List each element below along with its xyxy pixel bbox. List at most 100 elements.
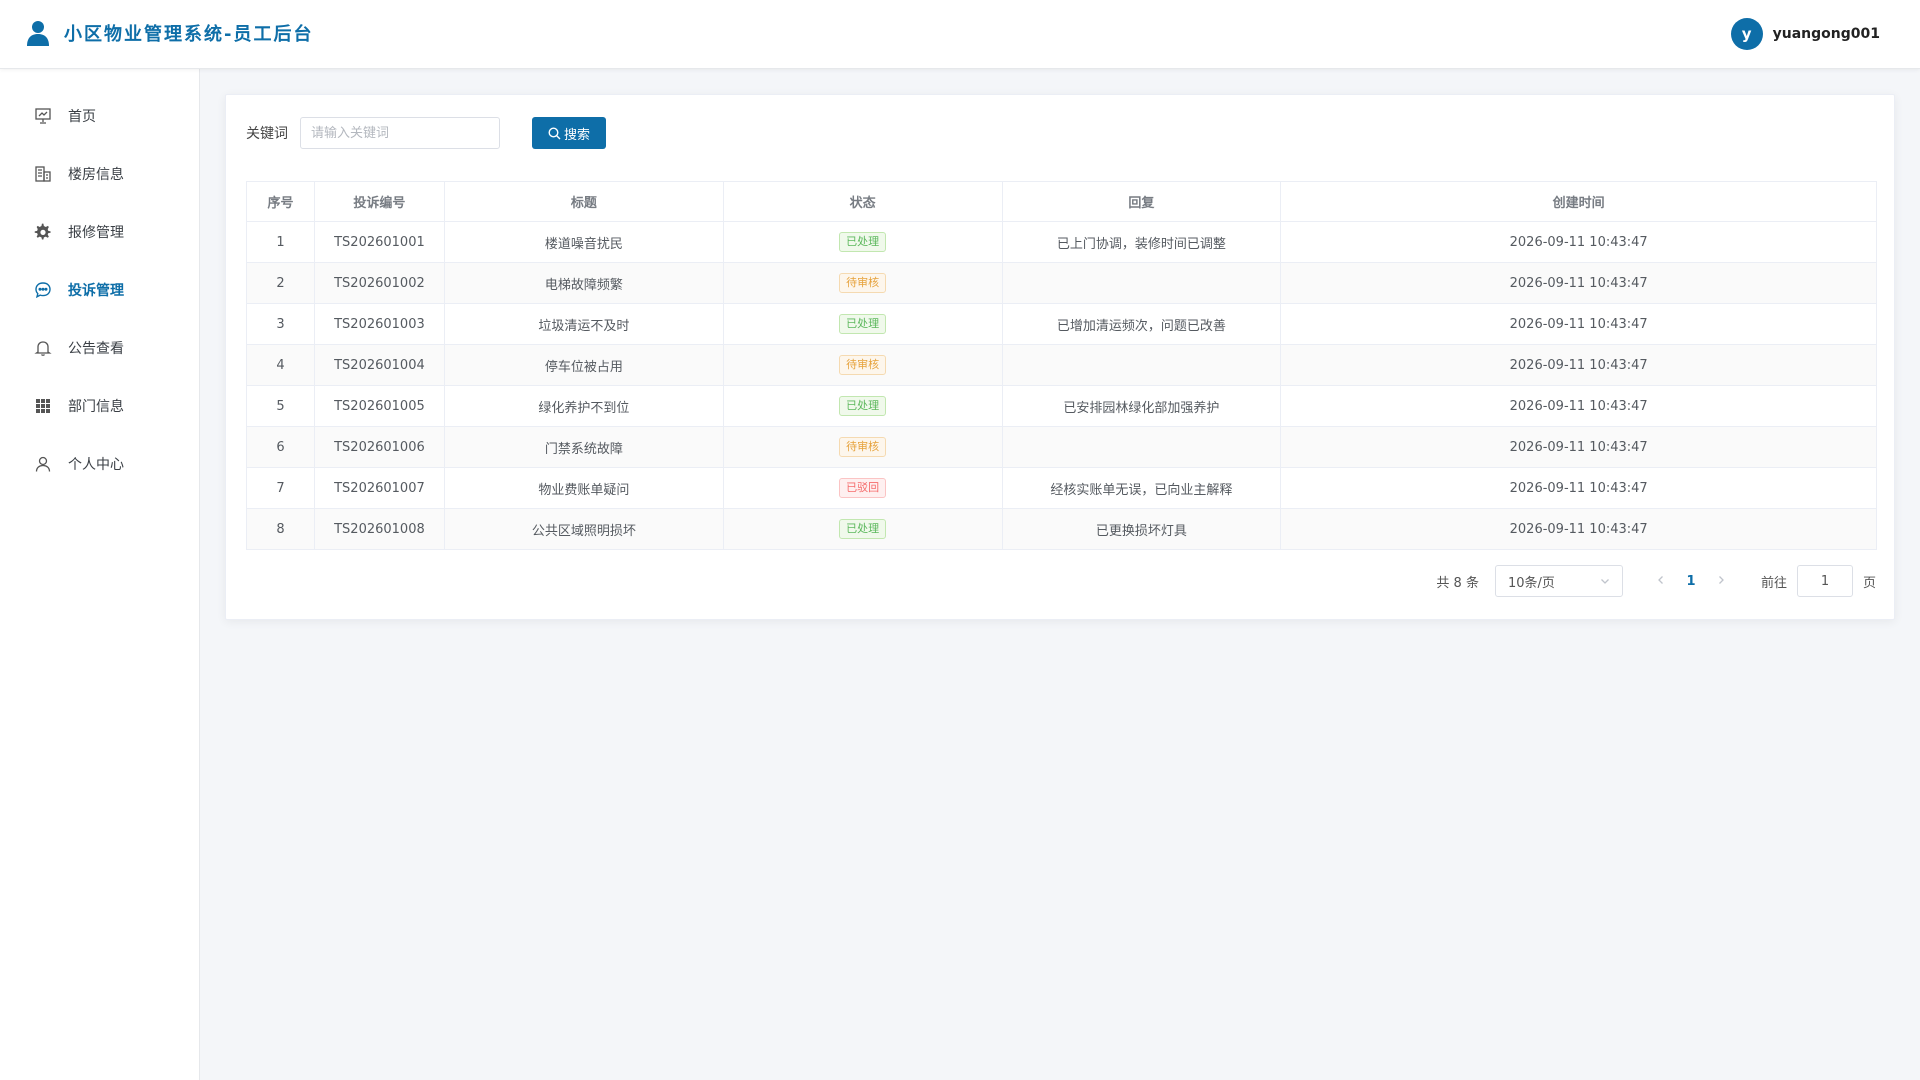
cell-title: 公共区域照明损坏	[443, 508, 724, 550]
search-input[interactable]	[300, 117, 500, 149]
table-row[interactable]: 4 TS202601004 停车位被占用 待审核 2026-09-11 10:4…	[246, 344, 1877, 386]
cell-title: 停车位被占用	[443, 344, 724, 386]
gear-icon	[34, 223, 51, 240]
cell-created: 2026-09-11 10:43:47	[1280, 385, 1877, 427]
search-button[interactable]: 搜索	[532, 117, 606, 149]
cell-status: 待审核	[722, 262, 1003, 304]
building-icon	[35, 166, 51, 182]
cell-code: TS202601001	[313, 221, 445, 263]
user-icon	[27, 21, 49, 46]
goto-unit-label: 页	[1862, 575, 1876, 591]
pagination-total: 共 8 条	[1436, 575, 1479, 591]
table-row[interactable]: 5 TS202601005 绿化养护不到位 已处理 已安排园林绿化部加强养护 2…	[246, 385, 1877, 427]
cell-title: 门禁系统故障	[443, 426, 724, 468]
cell-created: 2026-09-11 10:43:47	[1280, 221, 1877, 263]
cell-index: 5	[246, 385, 315, 427]
cell-status: 已处理	[722, 385, 1003, 427]
search-button-label: 搜索	[563, 127, 590, 143]
search-bar: 关键词 搜索	[246, 117, 606, 149]
user-menu[interactable]: y yuangong001	[1730, 18, 1880, 50]
cell-code: TS202601002	[313, 262, 445, 304]
status-badge: 已处理	[839, 519, 887, 539]
status-badge: 待审核	[839, 437, 887, 457]
cell-created: 2026-09-11 10:43:47	[1280, 303, 1877, 345]
cell-reply: 已更换损坏灯具	[1001, 508, 1282, 550]
cell-index: 3	[246, 303, 315, 345]
sidebar-item-notices[interactable]: 公告查看	[0, 319, 199, 377]
page-size-value: 10条/页	[1507, 575, 1555, 591]
page-size-select[interactable]: 10条/页	[1494, 565, 1623, 597]
sidebar-item-label: 投诉管理	[68, 283, 124, 299]
cell-reply	[1001, 262, 1282, 304]
sidebar-item-profile[interactable]: 个人中心	[0, 435, 199, 493]
sidebar-item-departments[interactable]: 部门信息	[0, 377, 199, 435]
brand: 小区物业管理系统-员工后台	[26, 20, 313, 46]
sidebar-item-label: 部门信息	[68, 399, 124, 415]
sidebar-item-buildings[interactable]: 楼房信息	[0, 145, 199, 203]
goto-page-input[interactable]	[1796, 565, 1853, 597]
page-number-current[interactable]: 1	[1677, 574, 1705, 589]
status-badge: 已处理	[839, 396, 887, 416]
sidebar: 首页 楼房信息 报修管理 投诉管理 公告查看 部门信息 个人中心	[0, 69, 200, 1080]
table-row[interactable]: 3 TS202601003 垃圾清运不及时 已处理 已增加清运频次，问题已改善 …	[246, 303, 1877, 345]
complaints-card: 关键词 搜索 序号 投诉编号 标题 状态 回复 创建时间 1	[225, 94, 1895, 620]
sidebar-item-label: 个人中心	[68, 457, 124, 473]
sidebar-item-complaints[interactable]: 投诉管理	[0, 261, 199, 319]
cell-index: 1	[246, 221, 315, 263]
cell-index: 6	[246, 426, 315, 468]
user-icon	[35, 456, 51, 472]
username[interactable]: yuangong001	[1773, 26, 1880, 42]
search-label: 关键词	[246, 126, 288, 142]
cell-created: 2026-09-11 10:43:47	[1280, 426, 1877, 468]
pagination: 共 8 条 10条/页 1 前往 页	[1436, 565, 1876, 597]
sidebar-item-label: 楼房信息	[68, 167, 124, 183]
cell-title: 物业费账单疑问	[443, 467, 724, 509]
table-header-row: 序号 投诉编号 标题 状态 回复 创建时间	[246, 181, 1877, 222]
status-badge: 已处理	[839, 232, 887, 252]
sidebar-item-repairs[interactable]: 报修管理	[0, 203, 199, 261]
cell-status: 已处理	[722, 303, 1003, 345]
cell-index: 4	[246, 344, 315, 386]
chevron-right-icon	[1719, 576, 1724, 584]
table-row[interactable]: 7 TS202601007 物业费账单疑问 已驳回 经核实账单无误，已向业主解释…	[246, 467, 1877, 509]
table-row[interactable]: 2 TS202601002 电梯故障频繁 待审核 2026-09-11 10:4…	[246, 262, 1877, 304]
avatar[interactable]: y	[1730, 18, 1763, 50]
table-row[interactable]: 1 TS202601001 楼道噪音扰民 已处理 已上门协调，装修时间已调整 2…	[246, 221, 1877, 263]
app-title: 小区物业管理系统-员工后台	[64, 24, 314, 45]
cell-code: TS202601006	[313, 426, 445, 468]
chevron-left-icon	[1658, 576, 1663, 584]
goto-label: 前往	[1760, 575, 1787, 591]
cell-title: 绿化养护不到位	[443, 385, 724, 427]
cell-code: TS202601003	[313, 303, 445, 345]
column-header-index: 序号	[246, 181, 315, 222]
cell-index: 8	[246, 508, 315, 550]
status-badge: 待审核	[839, 273, 887, 293]
column-header-status: 状态	[722, 181, 1003, 222]
table-row[interactable]: 6 TS202601006 门禁系统故障 待审核 2026-09-11 10:4…	[246, 426, 1877, 468]
grid-icon	[36, 399, 50, 413]
cell-created: 2026-09-11 10:43:47	[1280, 262, 1877, 304]
cell-code: TS202601007	[313, 467, 445, 509]
table-row[interactable]: 8 TS202601008 公共区域照明损坏 已处理 已更换损坏灯具 2026-…	[246, 508, 1877, 550]
cell-code: TS202601005	[313, 385, 445, 427]
prev-page-button[interactable]	[1653, 573, 1669, 589]
cell-code: TS202601004	[313, 344, 445, 386]
complaints-table: 序号 投诉编号 标题 状态 回复 创建时间 1 TS202601001 楼道噪音…	[246, 181, 1877, 550]
column-header-title: 标题	[443, 181, 724, 222]
cell-created: 2026-09-11 10:43:47	[1280, 508, 1877, 550]
cell-created: 2026-09-11 10:43:47	[1280, 467, 1877, 509]
cell-title: 楼道噪音扰民	[443, 221, 724, 263]
presentation-board-icon	[35, 108, 51, 124]
column-header-reply: 回复	[1001, 181, 1282, 222]
sidebar-item-label: 首页	[68, 109, 96, 125]
cell-status: 已驳回	[722, 467, 1003, 509]
status-badge: 已驳回	[839, 478, 887, 498]
cell-reply	[1001, 426, 1282, 468]
next-page-button[interactable]	[1713, 573, 1729, 589]
sidebar-item-home[interactable]: 首页	[0, 87, 199, 145]
cell-status: 已处理	[722, 508, 1003, 550]
bell-icon	[34, 341, 52, 356]
status-badge: 待审核	[839, 355, 887, 375]
status-badge: 已处理	[839, 314, 887, 334]
search-icon	[548, 126, 561, 139]
